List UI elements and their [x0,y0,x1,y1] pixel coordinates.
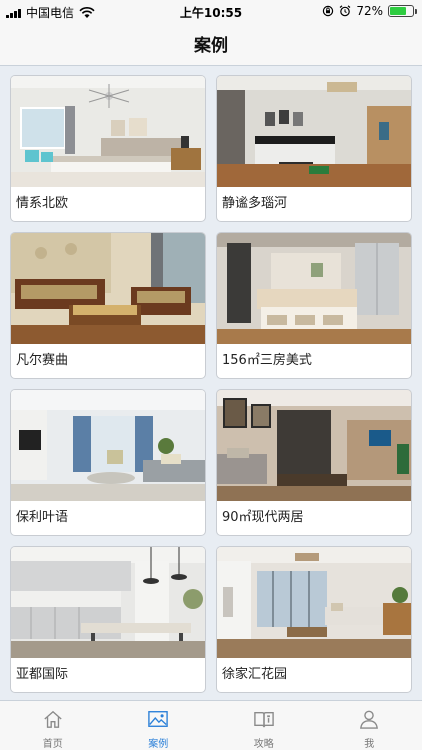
case-title: 保利叶语 [16,510,69,525]
person-icon [360,710,379,729]
tab-home[interactable]: 首页 [0,701,106,750]
tab-label: 攻略 [253,739,274,750]
navigation-bar: 案例 [0,22,422,66]
case-title: 156㎡三房美式 [222,353,312,368]
case-card[interactable]: 静谧多瑙河 [216,75,412,222]
case-title: 亚都国际 [16,667,69,682]
tab-guides[interactable]: 攻略 [211,701,317,750]
alarm-icon [339,5,351,17]
battery-fill [390,7,406,15]
case-thumbnail [217,547,411,658]
image-icon [148,711,169,727]
case-card[interactable]: 情系北欧 [10,75,206,222]
case-title: 情系北欧 [16,196,69,211]
status-right: 72% [322,4,417,18]
status-bar: 中国电信 上午10:55 72% [0,0,422,22]
case-title: 徐家汇花园 [222,667,288,682]
case-title: 静谧多瑙河 [222,196,288,211]
battery-percent: 72% [356,4,383,18]
case-card[interactable]: 156㎡三房美式 [216,232,412,379]
case-thumbnail [11,547,205,658]
case-thumbnail [217,390,411,501]
page-title: 案例 [194,36,228,56]
case-card[interactable]: 凡尔赛曲 [10,232,206,379]
tab-bar: 首页 案例 攻略 我 [0,700,422,750]
case-thumbnail [217,76,411,187]
rotation-lock-icon [323,5,334,17]
home-icon [44,710,62,728]
case-thumbnail [11,390,205,501]
case-thumbnail [11,233,205,344]
guide-book-icon [253,711,274,728]
case-title: 凡尔赛曲 [16,353,69,368]
case-card[interactable]: 90㎡现代两居 [216,389,412,536]
case-card[interactable]: 徐家汇花园 [216,546,412,693]
case-thumbnail [11,76,205,187]
tab-label: 首页 [42,739,63,750]
case-thumbnail [217,233,411,344]
case-grid: 情系北欧 静谧多瑙河 凡尔赛曲 156㎡三房美式 保利叶语 90㎡现代两居 亚都… [10,75,412,693]
tab-label: 我 [364,739,375,750]
tab-cases[interactable]: 案例 [106,701,212,750]
case-card[interactable]: 保利叶语 [10,389,206,536]
case-card[interactable]: 亚都国际 [10,546,206,693]
tab-me[interactable]: 我 [317,701,422,750]
battery-icon [388,5,417,17]
tab-label: 案例 [148,739,169,750]
case-title: 90㎡现代两居 [222,510,304,525]
